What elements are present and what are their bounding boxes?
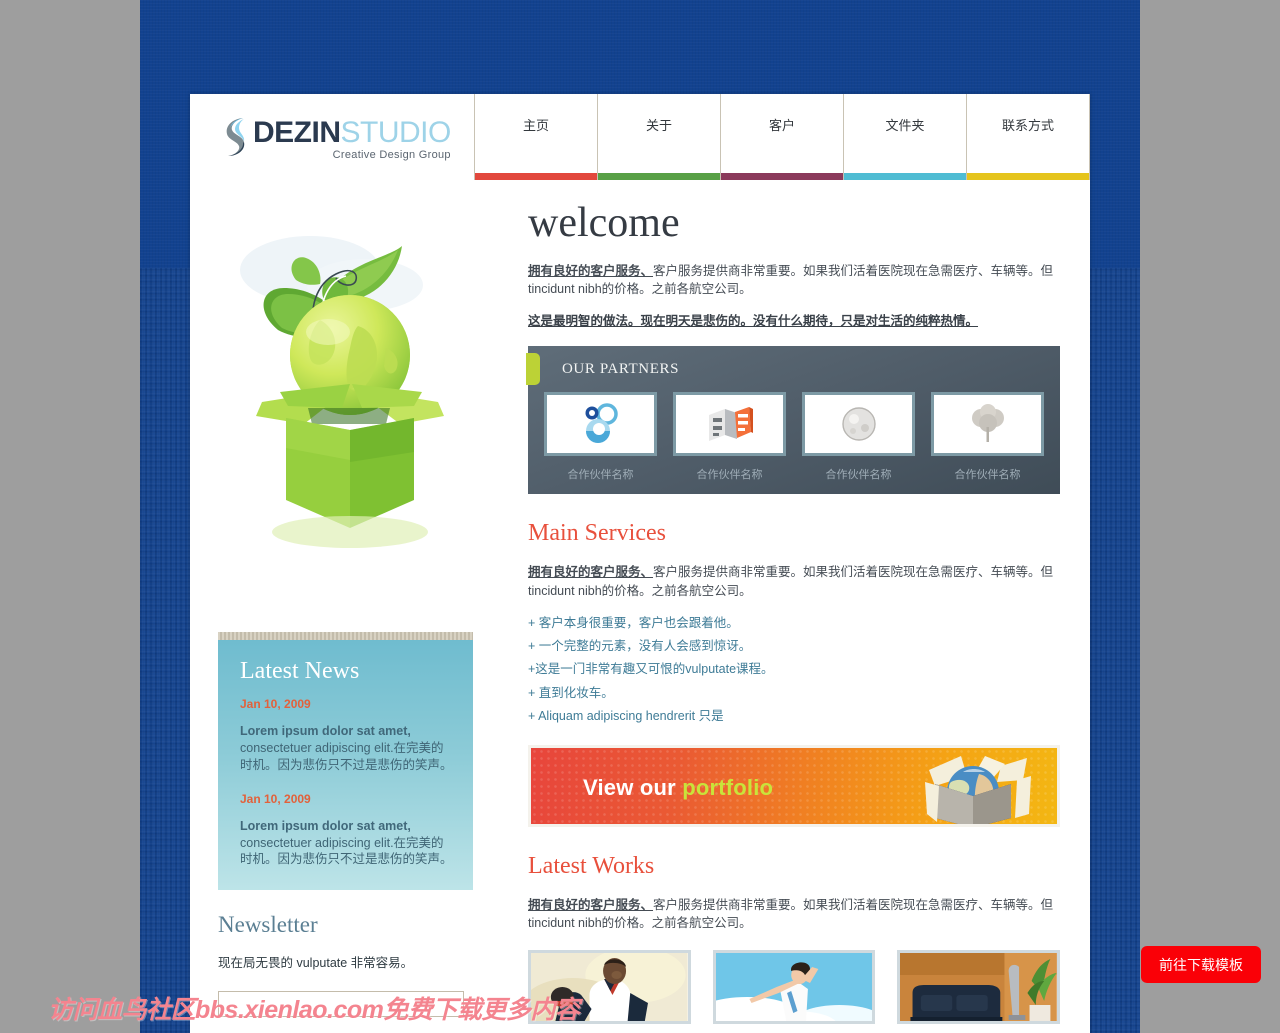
news-text-rest: consectetuer adipiscing elit.在完美的时机。因为悲伤… [240,740,453,772]
hero-illustration [190,180,498,620]
partner-name: 合作伙伴名称 [567,469,634,482]
sidebar-divider [218,632,473,640]
welcome-paragraph-lead: 拥有良好的客户服务、 [528,264,654,278]
left-sidebar: Latest News Jan 10, 2009 Lorem ipsum dol… [190,180,498,1033]
services-paragraph-lead: 拥有良好的客户服务、 [528,565,654,580]
service-item[interactable]: +这是一门非常有趣又可恨的vulputate课程。 [528,660,1060,679]
newsletter-panel: Newsletter 现在局无畏的 vulputate 非常容易。 Sign u… [218,912,473,1033]
news-text: Lorem ipsum dolor sat amet, consectetuer… [240,723,453,774]
download-template-button[interactable]: 前往下载模板 [1141,946,1261,983]
partner-name: 合作伙伴名称 [696,469,763,482]
welcome-title: welcome [528,200,680,246]
partner-logo-frame [931,392,1044,457]
tree-logo-icon [971,404,1004,443]
boxes-logo-icon [708,407,753,442]
services-paragraph: 拥有良好的客户服务、客户服务提供商非常重要。如果我们活着医院现在急需医疗、车辆等… [528,563,1060,599]
nav-underline [475,173,597,180]
nav-item-clients[interactable]: 客户 [720,94,843,180]
newsletter-email-input[interactable] [218,991,464,1018]
nav-underline [967,173,1089,180]
partner-item[interactable]: 合作伙伴名称 [673,392,786,482]
services-list: + 客户本身很重要，客户也会跟着他。 + 一个完整的元素，没有人会感到惊讶。 +… [528,614,1060,727]
service-item[interactable]: + 直到化妆车。 [528,684,1060,703]
partner-logo-frame [673,392,786,457]
news-text-rest: consectetuer adipiscing elit.在完美的时机。因为悲伤… [240,835,453,867]
news-text-bold: Lorem ipsum dolor sat amet, [240,818,411,833]
nav-underline [598,173,720,180]
logo-tagline: Creative Design Group [332,148,451,161]
banner-text-white: View our [583,774,683,800]
works-paragraph-lead: 拥有良好的客户服务、 [528,897,654,912]
news-text: Lorem ipsum dolor sat amet, consectetuer… [240,818,453,869]
newsletter-description: 现在局无畏的 vulputate 非常容易。 [218,956,414,971]
nav-label: 联系方式 [1001,117,1054,133]
latest-works-title: Latest Works [528,852,655,879]
partner-item[interactable]: 合作伙伴名称 [544,392,657,482]
works-paragraph: 拥有良好的客户服务、客户服务提供商非常重要。如果我们活着医院现在急需医疗、车辆等… [528,896,1060,932]
nav-item-about[interactable]: 关于 [597,94,720,180]
main-navigation: 主页 关于 客户 文件夹 联系方式 [474,94,1090,180]
service-item[interactable]: + 一个完整的元素，没有人会感到惊讶。 [528,637,1060,656]
page-columns: Latest News Jan 10, 2009 Lorem ipsum dol… [190,180,1090,1033]
nav-item-contact[interactable]: 联系方式 [966,94,1090,180]
latest-news-panel: Latest News Jan 10, 2009 Lorem ipsum dol… [218,640,473,890]
partners-row: 合作伙伴名称 合作伙伴名称 合作伙伴名称 合作伙伴名称 [544,392,1044,482]
nav-underline [844,173,966,180]
news-date: Jan 10, 2009 [240,697,311,711]
service-item[interactable]: + 客户本身很重要，客户也会跟着他。 [528,614,1060,633]
service-item[interactable]: + Aliquam adipiscing hendrerit 只是 [528,707,1060,726]
partner-name: 合作伙伴名称 [954,469,1021,482]
partners-accent-tab [526,353,540,386]
portfolio-banner[interactable]: View our portfolio [528,744,1060,827]
main-services-title: Main Services [528,520,666,547]
nav-label: 主页 [522,117,549,133]
partner-logo-frame [544,392,657,457]
woman-in-sky-photo [715,952,873,1021]
boxer-celebration-photo [531,952,688,1021]
nav-label: 关于 [645,117,672,133]
website-page-sheet: DEZINSTUDIO Creative Design Group 主页 关于 … [190,94,1090,1033]
site-header: DEZINSTUDIO Creative Design Group 主页 关于 … [190,94,1090,180]
welcome-paragraph: 拥有良好的客户服务、客户服务提供商非常重要。如果我们活着医院现在急需医疗、车辆等… [528,262,1060,298]
green-globe-in-box-image [190,180,498,620]
nav-underline [721,173,843,180]
partner-item[interactable]: 合作伙伴名称 [802,392,915,482]
news-date: Jan 10, 2009 [240,791,311,806]
partner-item[interactable]: 合作伙伴名称 [931,392,1044,482]
logo-secondary-text: STUDIO [340,115,452,149]
works-thumbnails-row [528,949,1061,1024]
news-item[interactable]: Jan 10, 2009 Lorem ipsum dolor sat amet,… [240,697,453,774]
nav-label: 文件夹 [885,117,925,133]
nav-label: 客户 [768,117,795,133]
work-thumbnail[interactable] [528,949,691,1024]
partners-panel: OUR PARTNERS 合作伙伴名称 合作伙伴名称 合作伙伴名称 合作伙伴名称 [526,346,1060,494]
news-text-bold: Lorem ipsum dolor sat amet, [240,724,411,738]
main-content: welcome 拥有良好的客户服务、客户服务提供商非常重要。如果我们活着医院现在… [498,180,1090,1033]
circles-logo-icon [585,403,618,444]
partner-logo-frame [802,392,915,457]
dezin-swirl-logo-icon [226,118,245,156]
nav-item-home[interactable]: 主页 [474,94,597,180]
banner-text-accent: portfolio [682,774,774,800]
welcome-emphasis: 这是最明智的做法。现在明天是悲伤的。没有什么期待，只是对生活的纯粹热情。 [528,314,979,329]
logo-wordmark: DEZINSTUDIO Creative Design Group [253,115,452,161]
partners-heading: OUR PARTNERS [562,361,680,378]
work-thumbnail[interactable] [897,949,1061,1024]
latest-news-title: Latest News [240,658,360,684]
work-thumbnail[interactable] [712,949,876,1024]
globe-in-box-banner-icon [925,755,1031,824]
partner-name: 合作伙伴名称 [825,469,892,482]
site-logo[interactable]: DEZINSTUDIO Creative Design Group [190,94,474,180]
sphere-logo-icon [841,407,876,442]
news-item[interactable]: Jan 10, 2009 Lorem ipsum dolor sat amet,… [240,792,453,869]
newsletter-title: Newsletter [218,912,318,938]
logo-primary-text: DEZIN [253,115,341,149]
interior-sofa-photo [900,952,1058,1021]
nav-item-portfolio[interactable]: 文件夹 [843,94,966,180]
banner-text: View our portfolio [583,775,773,801]
